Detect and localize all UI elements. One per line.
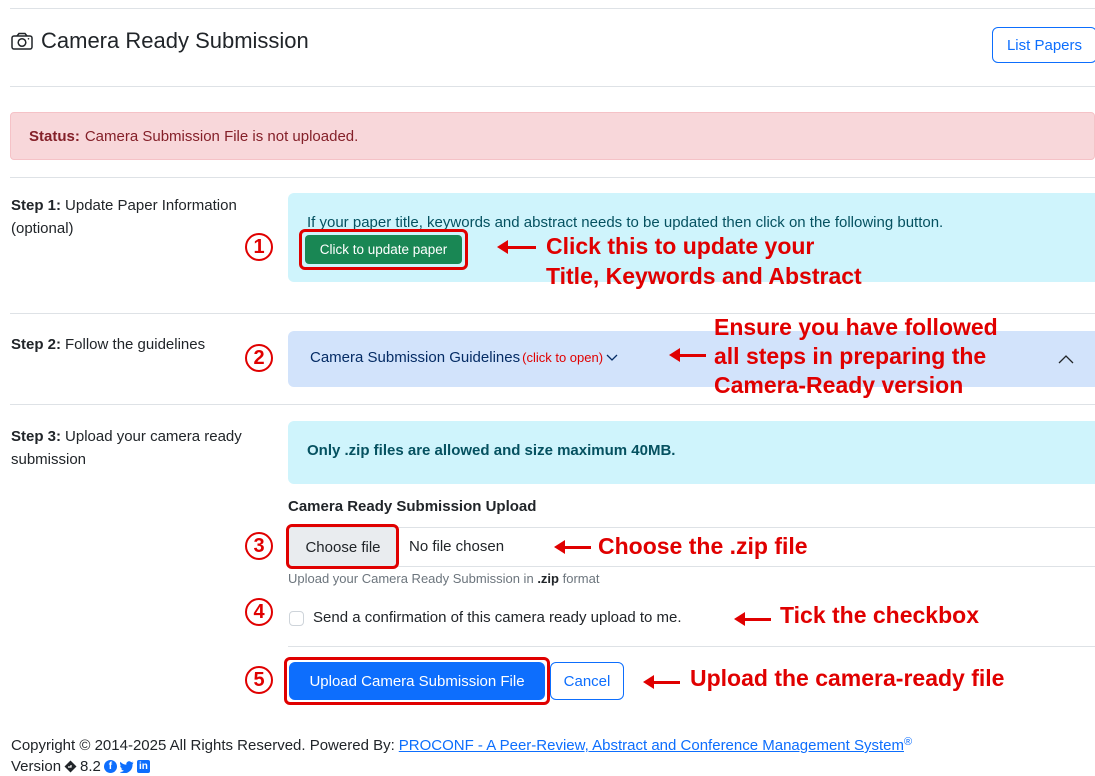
- version-number: 8.2: [80, 758, 101, 775]
- page-title-text: Camera Ready Submission: [41, 28, 309, 53]
- page-title: Camera Ready Submission: [11, 28, 309, 54]
- no-file-text: No file chosen: [409, 538, 505, 555]
- header-divider: [10, 86, 1095, 87]
- accordion-hint: (click to open): [522, 350, 604, 365]
- status-alert: Status: Camera Submission File is not up…: [10, 112, 1095, 160]
- twitter-icon[interactable]: [119, 760, 134, 773]
- form-divider: [288, 646, 1095, 647]
- divider: [10, 404, 1095, 405]
- guidelines-accordion-header[interactable]: Camera Submission Guidelines (click to o…: [310, 349, 618, 366]
- chevron-up-icon[interactable]: [1058, 351, 1074, 369]
- footer-copyright: Copyright © 2014-2025 All Rights Reserve…: [11, 735, 913, 755]
- help-prefix: Upload your Camera Ready Submission in: [288, 571, 534, 586]
- arrow-left-icon: [497, 240, 536, 254]
- step3-number: Step 3:: [11, 428, 62, 445]
- annotation-text-5: Upload the camera-ready file: [690, 665, 1005, 691]
- highlight-box: [299, 229, 468, 270]
- divider: [10, 177, 1095, 178]
- help-suffix: format: [562, 571, 600, 586]
- annotation-marker-4: 4: [245, 598, 273, 626]
- chevron-down-icon: [606, 354, 618, 362]
- copyright-text: Copyright © 2014-2025 All Rights Reserve…: [11, 737, 395, 754]
- highlight-box: [286, 524, 399, 569]
- top-divider: [10, 8, 1095, 9]
- annotation-text-3: Choose the .zip file: [598, 533, 808, 559]
- annotation-text-2c: Camera-Ready version: [714, 372, 964, 398]
- diamond-icon: [64, 760, 77, 773]
- footer-version: Version 8.2 f in: [11, 758, 150, 775]
- list-papers-button[interactable]: List Papers: [992, 27, 1095, 63]
- confirmation-checkbox[interactable]: [289, 611, 304, 626]
- status-message: Camera Submission File is not uploaded.: [84, 127, 359, 145]
- arrow-left-icon: [669, 348, 706, 362]
- step1-number: Step 1:: [11, 197, 62, 214]
- step1-label: Step 1: Update Paper Information (optiona…: [11, 194, 271, 240]
- facebook-icon[interactable]: f: [103, 760, 117, 773]
- cancel-button[interactable]: Cancel: [550, 662, 624, 700]
- registered-mark: ®: [903, 735, 913, 748]
- proconf-link[interactable]: PROCONF - A Peer-Review, Abstract and Co…: [399, 737, 904, 754]
- upload-help-text: Upload your Camera Ready Submission in .…: [288, 571, 599, 586]
- upload-label: Camera Ready Submission Upload: [288, 498, 537, 515]
- annotation-text-2b: all steps in preparing the: [714, 343, 987, 369]
- linkedin-icon[interactable]: in: [136, 760, 150, 773]
- arrow-left-icon: [554, 540, 591, 554]
- annotation-marker-2: 2: [245, 344, 273, 372]
- highlight-box: [284, 657, 550, 705]
- annotation-marker-1: 1: [245, 233, 273, 261]
- status-label: Status:: [29, 127, 80, 145]
- annotation-text-1b: Title, Keywords and Abstract: [546, 263, 862, 289]
- annotation-marker-3: 3: [245, 532, 273, 560]
- annotation-text-1a: Click this to update your: [546, 233, 815, 259]
- step2-number: Step 2:: [11, 336, 62, 353]
- annotation-text-4: Tick the checkbox: [780, 602, 979, 628]
- step2-title: Follow the guidelines: [65, 336, 206, 353]
- zip-info-text: Only .zip files are allowed and size max…: [307, 442, 676, 459]
- annotation-text-2a: Ensure you have followed: [714, 314, 998, 340]
- step2-label: Step 2: Follow the guidelines: [11, 333, 271, 356]
- camera-icon: [11, 32, 33, 50]
- accordion-title: Camera Submission Guidelines: [310, 349, 521, 366]
- step3-label: Step 3: Upload your camera ready submissi…: [11, 425, 271, 471]
- help-format: .zip: [537, 571, 559, 586]
- annotation-marker-5: 5: [245, 666, 273, 694]
- arrow-left-icon: [643, 675, 680, 689]
- arrow-left-icon: [734, 612, 771, 626]
- version-label: Version: [11, 758, 62, 775]
- confirmation-label[interactable]: Send a confirmation of this camera ready…: [313, 609, 682, 626]
